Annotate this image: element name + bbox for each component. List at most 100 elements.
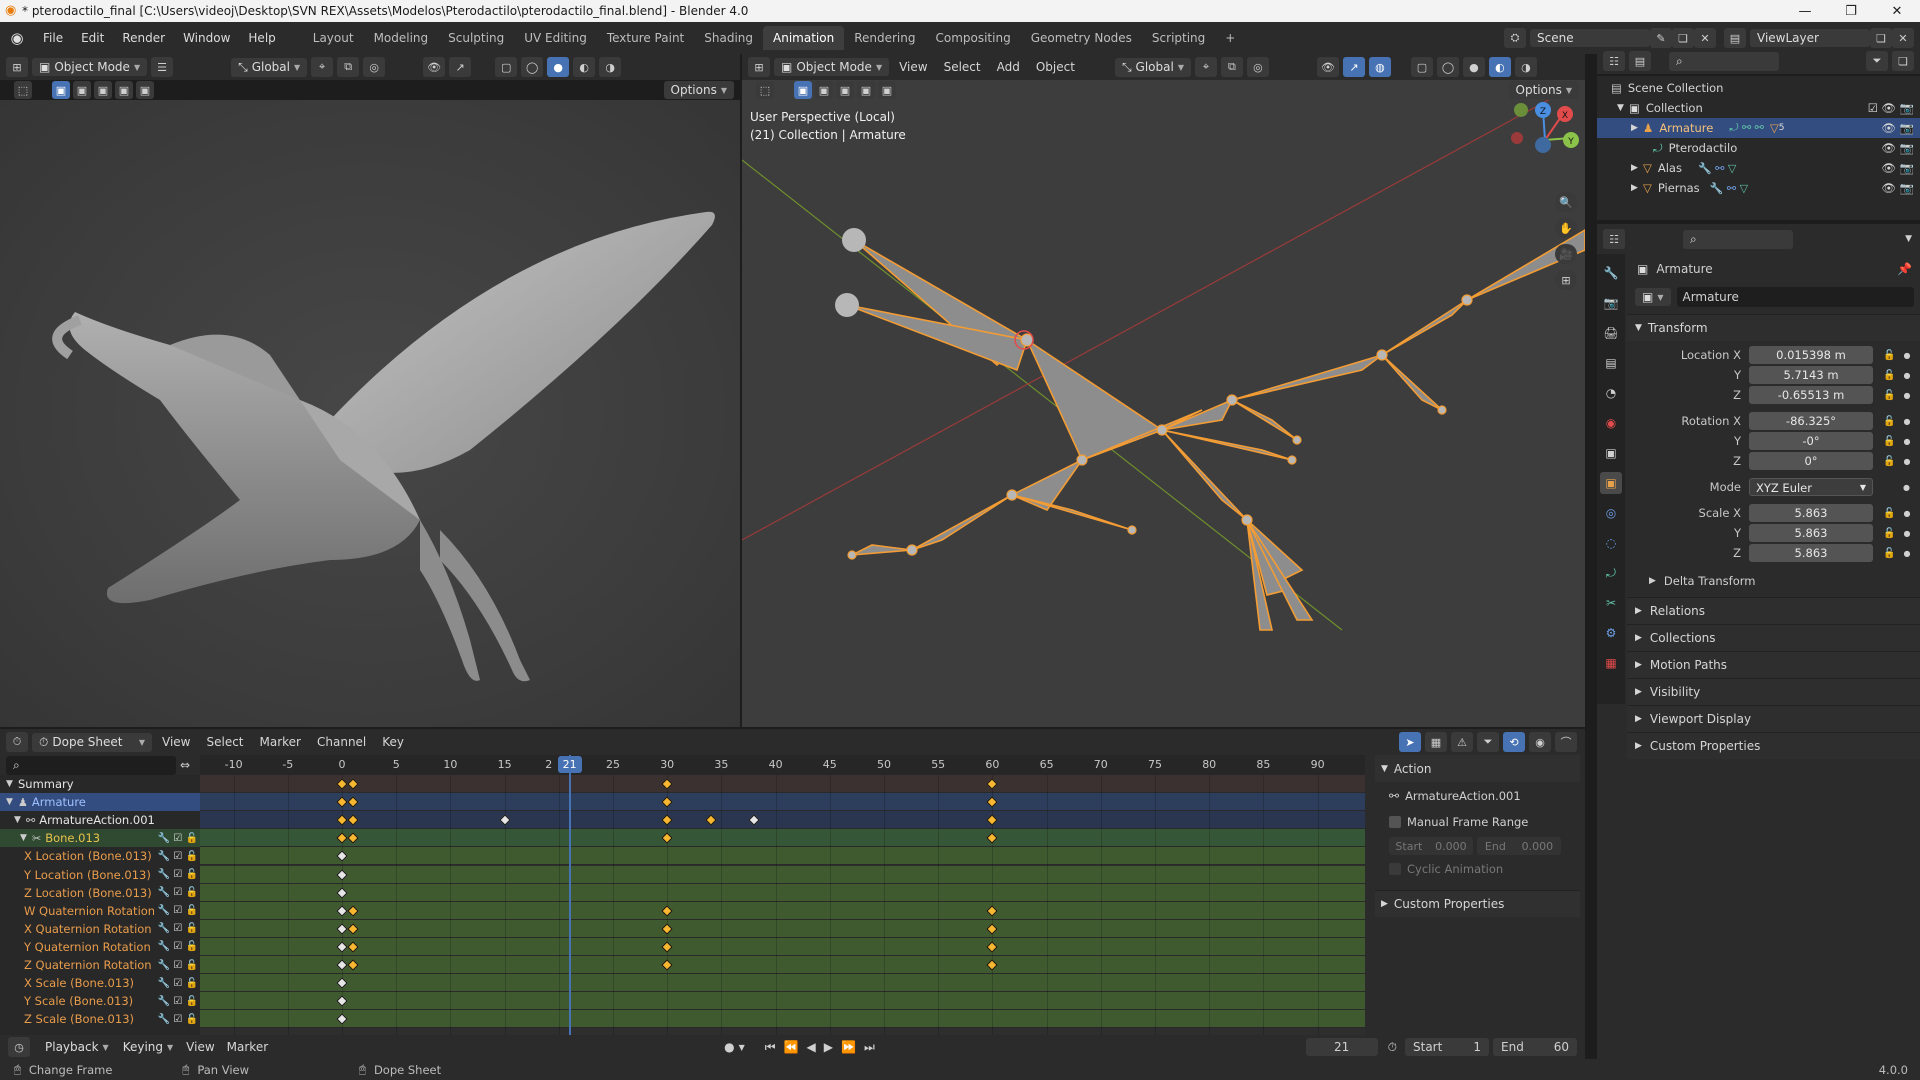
- keyframe-location-y-icon[interactable]: ●: [1903, 371, 1910, 380]
- tab-uv-editing[interactable]: UV Editing: [514, 26, 597, 50]
- channel-toggle-icons[interactable]: 🔧 ☑ 🔓: [158, 905, 198, 916]
- keyframe[interactable]: [661, 832, 673, 844]
- keyframe[interactable]: [986, 959, 999, 971]
- keyframe-scale-z-icon[interactable]: ●: [1903, 549, 1910, 558]
- right-orientation-dropdown[interactable]: ⤡ Global ▼: [1114, 57, 1191, 77]
- keyframe-scale-y-icon[interactable]: ●: [1903, 529, 1910, 538]
- right-proportional-icon[interactable]: ◎: [1246, 57, 1269, 77]
- end-frame-field[interactable]: End 60: [1493, 1038, 1577, 1056]
- keyframe[interactable]: [336, 905, 348, 917]
- alas-eye-icon[interactable]: 👁: [1881, 161, 1896, 175]
- editor-type-icon[interactable]: ⊞: [6, 57, 28, 77]
- outliner-row-pterodactilo[interactable]: ⤾ Pterodactilo 👁 📷: [1597, 138, 1920, 158]
- blender-menu-icon[interactable]: ◉: [0, 29, 34, 47]
- render-tab-icon[interactable]: 📷: [1600, 292, 1622, 314]
- xray-icon[interactable]: ▢: [495, 57, 518, 77]
- channel-toggle-icons[interactable]: 🔧 ☑ 🔓: [158, 978, 198, 989]
- dopesheet-menu-channel[interactable]: Channel: [311, 735, 372, 749]
- gizmo-toggle-icon[interactable]: ↗: [449, 57, 472, 77]
- right-shading-solid-icon[interactable]: ●: [1462, 57, 1485, 77]
- minimize-button[interactable]: —: [1782, 4, 1828, 19]
- bone-constraint-tab-icon[interactable]: ⚙: [1600, 622, 1622, 644]
- channel-toggle-icons[interactable]: 🔧 ☑ 🔓: [158, 1014, 198, 1025]
- expand-collection-icon[interactable]: ▼: [1617, 103, 1629, 113]
- armature-camera-icon[interactable]: 📷: [1900, 121, 1914, 135]
- keyframe[interactable]: [704, 814, 717, 826]
- right-shading-render-icon[interactable]: ◑: [1514, 57, 1537, 77]
- jump-end-icon[interactable]: ⏭: [864, 1040, 875, 1055]
- dopesheet-filter-icon[interactable]: ⏷: [1477, 732, 1499, 752]
- keyframe-location-x-icon[interactable]: ●: [1903, 351, 1910, 360]
- channel-expand-icon[interactable]: ▼: [6, 797, 18, 807]
- keyframe-rotation-z-icon[interactable]: ●: [1903, 457, 1910, 466]
- channel-toggle-icons[interactable]: 🔧 ☑ 🔓: [158, 833, 198, 844]
- select-subtract-icon[interactable]: ▣: [94, 81, 112, 99]
- outliner-search[interactable]: ⌕: [1669, 51, 1779, 71]
- menu-window[interactable]: Window: [174, 31, 239, 45]
- channel-toggle-icons[interactable]: 🔧 ☑ 🔓: [158, 851, 198, 862]
- outliner-row-scene-collection[interactable]: ▤ Scene Collection: [1597, 78, 1920, 98]
- left-orientation-dropdown[interactable]: ⤡ Global ▼: [231, 57, 308, 77]
- play-reverse-icon[interactable]: ◀: [807, 1040, 816, 1054]
- keyframe[interactable]: [336, 923, 348, 935]
- menu-help[interactable]: Help: [239, 31, 284, 45]
- relations-panel-header[interactable]: ▶ Relations: [1627, 597, 1920, 624]
- add-workspace-button[interactable]: +: [1215, 26, 1245, 50]
- shading-render-icon[interactable]: ◑: [599, 57, 622, 77]
- channel-expand-icon[interactable]: ▼: [14, 815, 26, 825]
- expand-alas-icon[interactable]: ▶: [1631, 163, 1643, 173]
- keyframe[interactable]: [336, 1013, 348, 1025]
- next-keyframe-icon[interactable]: ⏩: [841, 1040, 856, 1054]
- outliner-row-piernas[interactable]: ▶ ▽ Piernas 🔧 ⚯ ▽ 👁 📷: [1597, 178, 1920, 198]
- keyframe[interactable]: [661, 941, 673, 953]
- scene-selector[interactable]: Scene: [1530, 29, 1650, 47]
- keyframe[interactable]: [347, 923, 359, 935]
- left-viewport[interactable]: [0, 100, 740, 727]
- view-layer-icon[interactable]: ▤: [1724, 28, 1746, 48]
- keyframe[interactable]: [986, 832, 999, 844]
- new-scene-icon[interactable]: ❏: [1672, 28, 1694, 48]
- proportional-icon[interactable]: ◎: [363, 57, 386, 77]
- keyframe-scale-x-icon[interactable]: ●: [1903, 509, 1910, 518]
- keyframe[interactable]: [336, 850, 348, 863]
- keyframe[interactable]: [748, 814, 760, 826]
- keyframe[interactable]: [347, 832, 359, 844]
- only-selected-icon[interactable]: ➤: [1399, 732, 1421, 752]
- piernas-camera-icon[interactable]: 📷: [1900, 181, 1914, 195]
- location-y-field[interactable]: 5.7143 m: [1749, 366, 1873, 384]
- keyframe[interactable]: [661, 814, 673, 826]
- playhead-frame-badge[interactable]: 21: [557, 756, 582, 773]
- keyframe[interactable]: [661, 778, 673, 790]
- right-options-dropdown[interactable]: Options ▼: [1508, 81, 1579, 99]
- rotation-x-field[interactable]: -86.325°: [1749, 412, 1873, 430]
- channel-toggle-icons[interactable]: 🔧 ☑ 🔓: [158, 941, 198, 952]
- lock-scale-x-icon[interactable]: 🔓: [1883, 508, 1895, 519]
- channel-row[interactable]: Y Quaternion Rotation (E 🔧 ☑ 🔓: [0, 938, 200, 956]
- menu-file[interactable]: File: [34, 31, 72, 45]
- close-button[interactable]: ✕: [1874, 4, 1920, 19]
- ortho-grid-icon[interactable]: ⊞: [1555, 270, 1577, 290]
- right-editor-type-icon[interactable]: ⊞: [748, 57, 770, 77]
- dopesheet-menu-marker[interactable]: Marker: [254, 735, 307, 749]
- texture-tab-icon[interactable]: ▦: [1600, 652, 1622, 674]
- right-gizmo-toggle-icon[interactable]: ↗: [1342, 57, 1365, 77]
- right-mode-dropdown[interactable]: ▣ Object Mode ▼: [774, 58, 890, 76]
- channel-toggle-icons[interactable]: 🔧 ☑ 🔓: [158, 869, 198, 880]
- proportional-edit-icon[interactable]: ◉: [1529, 732, 1551, 752]
- right-menu-object[interactable]: Object: [1030, 60, 1081, 74]
- channel-toggle-icons[interactable]: 🔧 ☑ 🔓: [158, 996, 198, 1007]
- channel-row[interactable]: ▼ ✂ Bone.013 🔧 ☑ 🔓: [0, 829, 200, 848]
- keyframe-rotation-mode-icon[interactable]: ●: [1903, 483, 1910, 492]
- keyframe[interactable]: [661, 923, 673, 935]
- custom-properties-panel-header[interactable]: ▶ Custom Properties: [1627, 732, 1920, 759]
- prev-keyframe-icon[interactable]: ⏪: [784, 1040, 799, 1054]
- channel-row[interactable]: Z Location (Bone.013) 🔧 ☑ 🔓: [0, 884, 200, 902]
- visibility-panel-header[interactable]: ▶ Visibility: [1627, 678, 1920, 705]
- channel-row[interactable]: X Location (Bone.013) 🔧 ☑ 🔓: [0, 847, 200, 865]
- snap-icon[interactable]: ⧉: [337, 57, 360, 77]
- shading-wire-icon[interactable]: ◯: [521, 57, 544, 77]
- keyframe-location-z-icon[interactable]: ●: [1903, 391, 1910, 400]
- lock-rotation-z-icon[interactable]: 🔓: [1883, 456, 1895, 467]
- delete-view-layer-icon[interactable]: ✕: [1892, 28, 1914, 48]
- playback-menu[interactable]: Playback ▼: [38, 1038, 116, 1056]
